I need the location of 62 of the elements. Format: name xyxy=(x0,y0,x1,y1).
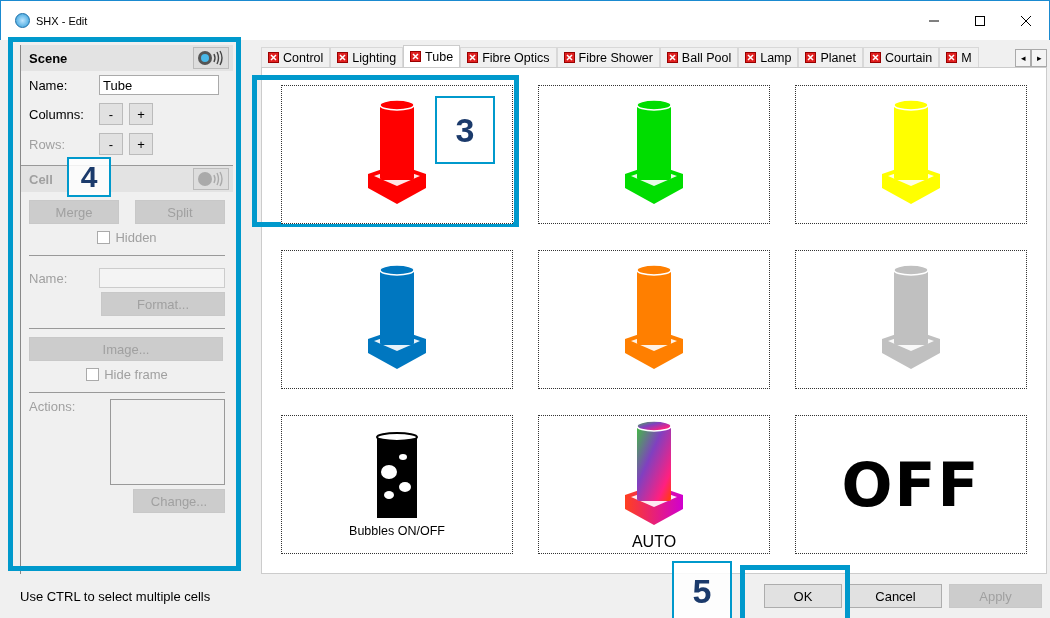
off-label: OFF xyxy=(841,449,981,520)
tab-scroll-button[interactable]: ◂ xyxy=(1015,49,1031,67)
scene-cell[interactable] xyxy=(538,85,770,224)
name-label: Name: xyxy=(29,77,69,93)
plus-button[interactable]: + xyxy=(129,133,153,155)
hidden-label: Hidden xyxy=(115,230,157,245)
cell-label: Bubbles ON/OFF xyxy=(349,523,445,538)
close-icon[interactable] xyxy=(467,52,479,63)
tab[interactable]: M xyxy=(939,47,979,67)
callout-number: 5 xyxy=(672,561,732,618)
name-label: Name: xyxy=(29,270,69,286)
scene-cell[interactable] xyxy=(281,250,513,389)
tab[interactable]: Courtain xyxy=(862,47,940,67)
hide-frame-label: Hide frame xyxy=(104,367,168,382)
cell-name-field[interactable] xyxy=(99,268,225,288)
tab-scroll-button[interactable]: ▸ xyxy=(1031,49,1047,67)
scene-cell[interactable]: Bubbles ON/OFF xyxy=(281,415,513,554)
columns-label: Columns: xyxy=(29,106,85,122)
dialog-button[interactable]: OK xyxy=(764,584,842,608)
callout-number: 3 xyxy=(435,96,495,164)
tab[interactable]: Lamp xyxy=(738,47,799,67)
plus-button[interactable]: + xyxy=(129,103,153,125)
close-icon[interactable] xyxy=(563,52,575,63)
dialog-button[interactable]: Cancel xyxy=(849,584,942,608)
sound-button[interactable] xyxy=(193,47,229,69)
app-icon xyxy=(15,13,30,28)
close-icon[interactable] xyxy=(946,52,958,63)
close-icon[interactable] xyxy=(410,51,422,62)
status-text: Use CTRL to select multiple cells xyxy=(20,588,211,604)
cell-label: AUTO xyxy=(631,532,677,551)
close-icon[interactable] xyxy=(337,52,349,63)
scene-cell[interactable] xyxy=(795,250,1027,389)
tab[interactable]: Fibre Shower xyxy=(556,47,660,67)
bubbles-icon xyxy=(375,431,419,518)
window-title: SHX - Edit xyxy=(36,14,88,27)
close-icon[interactable] xyxy=(745,52,757,63)
minus-button[interactable]: - xyxy=(99,133,123,155)
tab[interactable]: Ball Pool xyxy=(659,47,739,67)
minus-button[interactable]: - xyxy=(99,103,123,125)
tab[interactable]: Fibre Optics xyxy=(460,47,557,67)
tab[interactable]: Control xyxy=(261,47,331,67)
tab[interactable]: Lighting xyxy=(330,47,404,67)
close-icon[interactable] xyxy=(268,52,279,63)
cell-heading: Cell xyxy=(29,171,53,187)
close-icon[interactable] xyxy=(869,52,881,63)
speaker-icon xyxy=(197,171,225,187)
close-icon[interactable] xyxy=(666,52,678,63)
tab[interactable]: Tube xyxy=(403,45,461,67)
close-icon[interactable] xyxy=(805,52,817,63)
scene-cell[interactable]: 3 xyxy=(281,85,513,224)
speaker-icon xyxy=(197,50,225,66)
scene-cell[interactable] xyxy=(538,250,770,389)
actions-list[interactable] xyxy=(109,399,225,485)
tab[interactable]: Planet xyxy=(798,47,863,67)
actions-label: Actions: xyxy=(29,399,77,414)
scene-cell[interactable]: OFF xyxy=(795,415,1027,554)
scene-cell[interactable] xyxy=(795,85,1027,224)
scene-cell[interactable]: AUTO xyxy=(538,415,770,554)
callout-number: 4 xyxy=(67,157,111,197)
rows-label: Rows: xyxy=(29,136,67,152)
name-field[interactable]: Tube xyxy=(99,75,219,95)
scene-heading: Scene xyxy=(29,50,68,66)
